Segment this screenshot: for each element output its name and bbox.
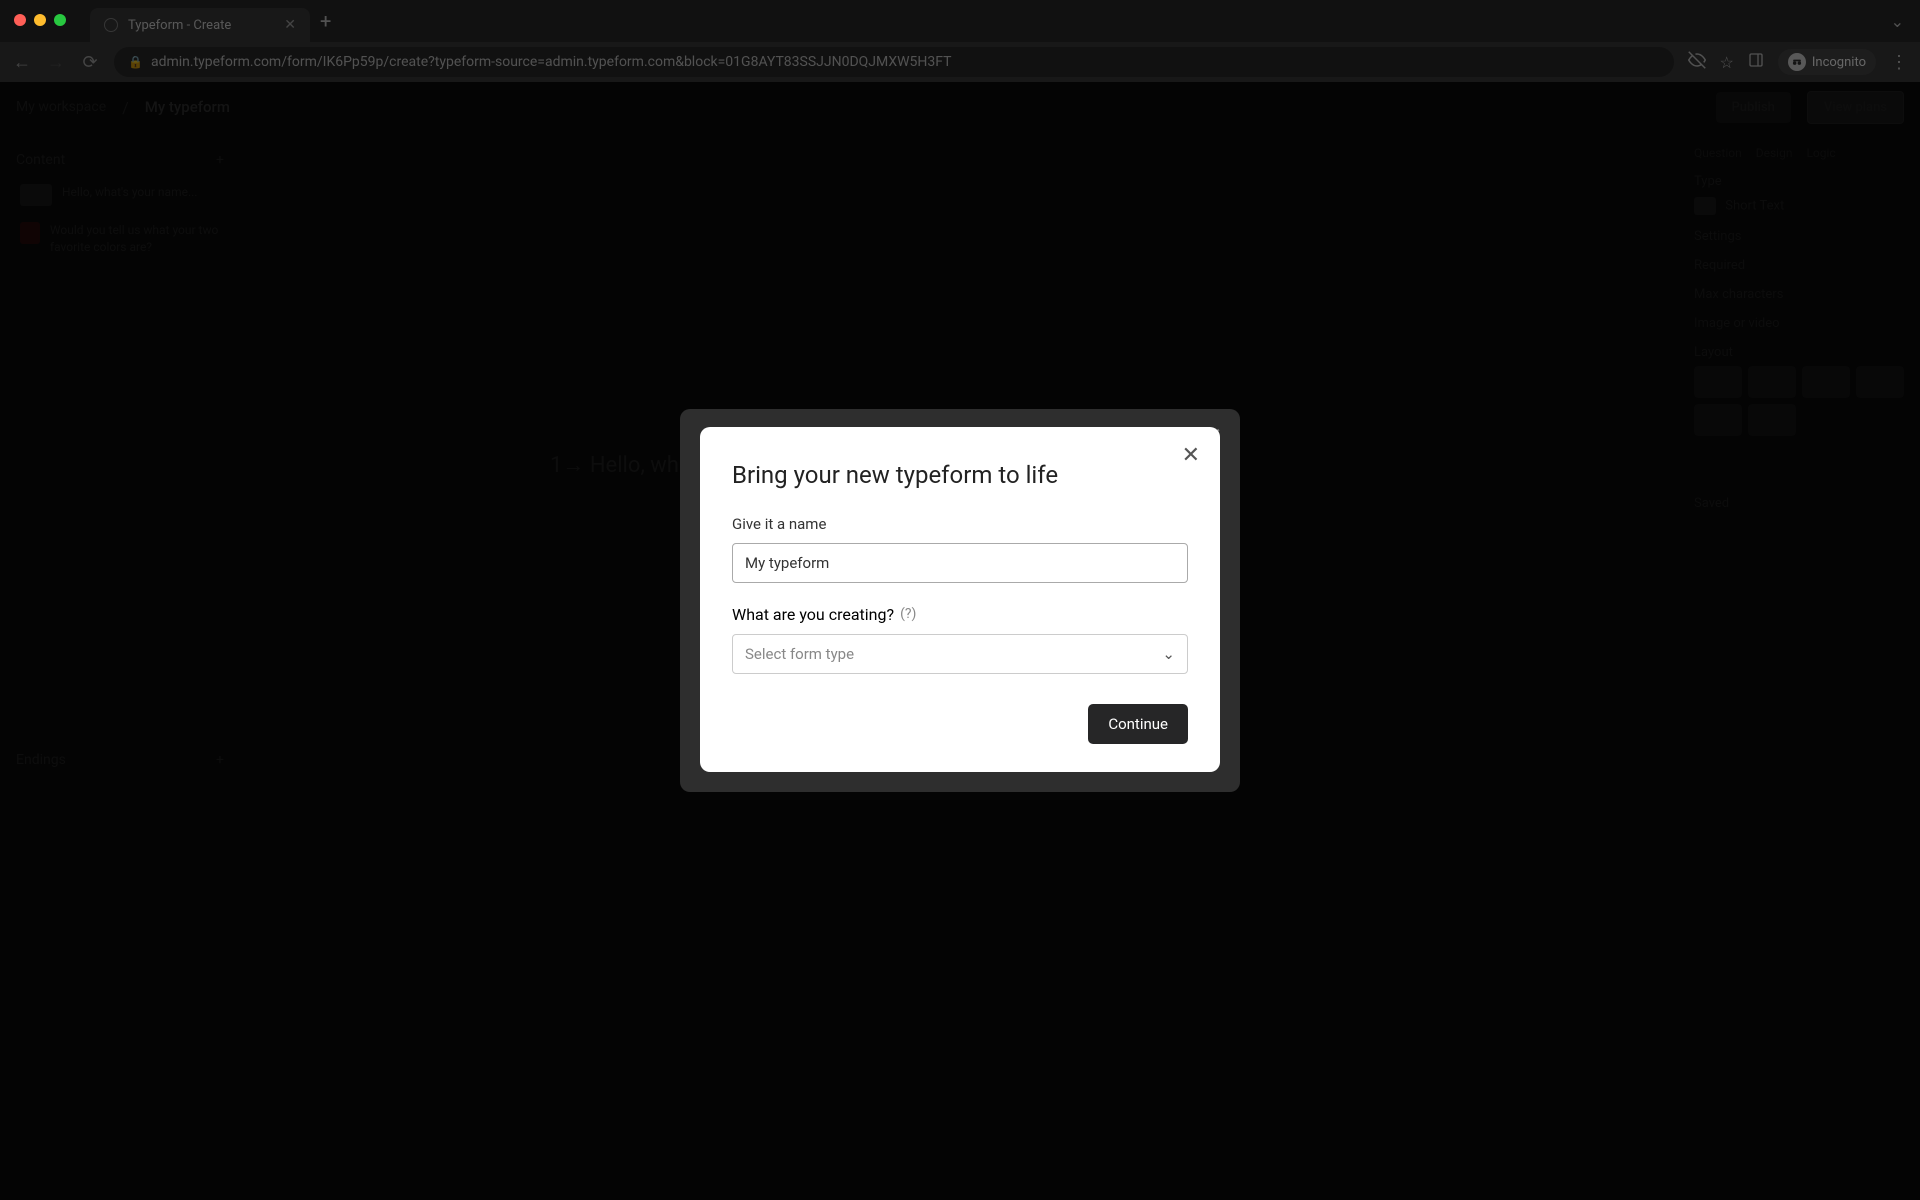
window-close-button[interactable] [14,14,26,26]
name-input[interactable] [732,543,1188,583]
creating-label: What are you creating? [732,605,894,624]
modal-backdrop[interactable]: ✕ ✕ Bring your new typeform to life Give… [0,0,1920,1200]
modal-title: Bring your new typeform to life [732,461,1188,489]
help-icon[interactable]: (?) [900,606,916,622]
window-controls [14,14,66,26]
select-placeholder: Select form type [745,645,854,663]
modal-close-icon[interactable]: ✕ [1182,445,1200,467]
modal-footer: Continue [732,704,1188,744]
continue-button[interactable]: Continue [1088,704,1188,744]
modal: ✕ Bring your new typeform to life Give i… [700,427,1220,772]
chevron-down-icon: ⌄ [1162,645,1175,663]
outer-modal: ✕ ✕ Bring your new typeform to life Give… [680,409,1240,792]
name-label: Give it a name [732,515,1188,533]
form-type-select[interactable]: Select form type ⌄ [732,634,1188,674]
window-maximize-button[interactable] [54,14,66,26]
window-minimize-button[interactable] [34,14,46,26]
creating-label-row: What are you creating? (?) [732,605,1188,624]
